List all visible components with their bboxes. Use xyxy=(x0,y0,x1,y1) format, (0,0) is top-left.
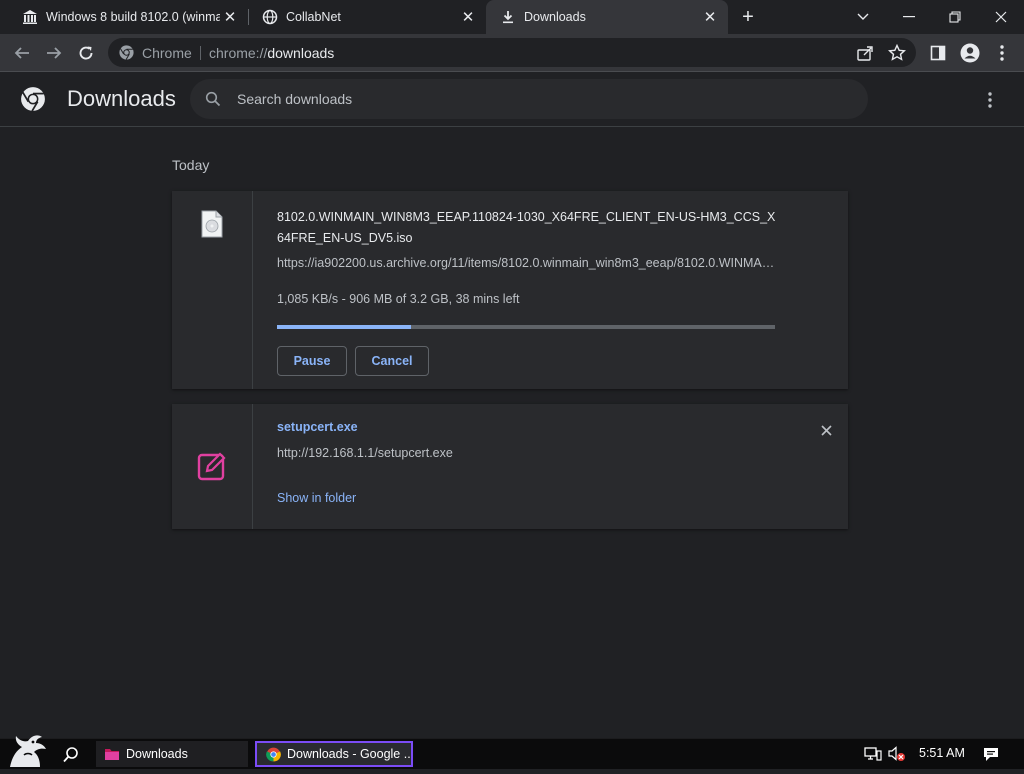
disc-image-file-icon xyxy=(201,210,223,238)
progress-bar xyxy=(277,325,775,329)
archive-building-icon xyxy=(22,9,38,25)
close-tab-icon[interactable]: ✕ xyxy=(220,7,240,27)
toolbar: Chrome chrome://downloads xyxy=(0,34,1024,72)
profile-avatar-icon[interactable] xyxy=(958,41,982,65)
pause-button[interactable]: Pause xyxy=(277,346,347,376)
search-icon[interactable] xyxy=(60,744,82,766)
tab-downloads[interactable]: Downloads ✕ xyxy=(486,0,728,34)
chrome-icon xyxy=(118,44,135,61)
file-url[interactable]: http://192.168.1.1/setupcert.exe xyxy=(277,446,777,460)
chrome-icon xyxy=(265,746,281,762)
file-name: 8102.0.WINMAIN_WIN8M3_EEAP.110824-1030_X… xyxy=(277,210,776,245)
url-text: chrome://downloads xyxy=(209,45,334,61)
close-window-icon[interactable] xyxy=(978,0,1024,34)
download-item: setupcert.exe http://192.168.1.1/setupce… xyxy=(172,404,848,529)
chrome-logo-icon xyxy=(20,86,46,112)
download-item: 8102.0.WINMAIN_WIN8M3_EEAP.110824-1030_X… xyxy=(172,191,848,389)
chrome-menu-icon[interactable] xyxy=(990,41,1014,65)
search-placeholder: Search downloads xyxy=(237,91,353,107)
search-icon xyxy=(205,91,221,107)
url-scheme: chrome:// xyxy=(209,45,268,61)
taskbar-item-downloads-folder[interactable]: Downloads xyxy=(96,741,248,767)
globe-icon xyxy=(262,9,278,25)
file-name-link[interactable]: setupcert.exe xyxy=(277,417,777,438)
file-url[interactable]: https://ia902200.us.archive.org/11/items… xyxy=(277,256,777,270)
taskbar-item-label: Downloads xyxy=(126,747,188,761)
volume-muted-icon[interactable] xyxy=(888,746,906,762)
address-bar[interactable]: Chrome chrome://downloads xyxy=(108,38,916,67)
download-status: 1,085 KB/s - 906 MB of 3.2 GB, 38 mins l… xyxy=(277,292,520,306)
forward-arrow-icon[interactable] xyxy=(42,41,66,65)
restore-icon[interactable] xyxy=(932,0,978,34)
reload-icon[interactable] xyxy=(74,41,98,65)
taskbar-item-chrome[interactable]: Downloads - Google ... xyxy=(255,741,413,767)
remove-from-list-icon[interactable] xyxy=(818,422,834,438)
tab-title: Downloads xyxy=(524,10,586,24)
page-title: Downloads xyxy=(67,86,176,111)
download-icon xyxy=(500,9,516,25)
minimize-icon[interactable] xyxy=(886,0,932,34)
action-center-icon[interactable] xyxy=(982,746,1000,762)
taskbar-item-label: Downloads - Google ... xyxy=(287,747,411,761)
edit-file-icon xyxy=(197,451,227,481)
url-host: downloads xyxy=(267,45,335,61)
progress-fill xyxy=(277,325,412,329)
show-in-folder-link[interactable]: Show in folder xyxy=(277,491,356,505)
tab-search-icon[interactable] xyxy=(840,0,886,34)
side-panel-icon[interactable] xyxy=(926,41,950,65)
new-tab-button[interactable]: + xyxy=(737,6,759,28)
dragon-start-icon[interactable] xyxy=(6,733,48,769)
file-icon-column xyxy=(172,191,253,389)
share-icon[interactable] xyxy=(856,44,874,62)
date-heading: Today xyxy=(172,157,210,173)
search-downloads-input[interactable]: Search downloads xyxy=(190,79,868,119)
close-tab-icon[interactable]: ✕ xyxy=(700,7,720,27)
close-tab-icon[interactable]: ✕ xyxy=(458,7,478,27)
folder-icon xyxy=(104,746,120,762)
tab-strip: Windows 8 build 8102.0 (winmain_ ✕ Colla… xyxy=(0,0,1024,34)
tab-title: CollabNet xyxy=(286,10,341,24)
taskbar: Downloads Downloads - Google ... 5:51 AM xyxy=(0,735,1024,769)
tab-collabnet[interactable]: CollabNet ✕ xyxy=(248,0,486,34)
clock[interactable]: 5:51 AM xyxy=(919,746,965,760)
network-icon[interactable] xyxy=(864,746,882,762)
downloads-header: Downloads Search downloads xyxy=(0,72,1024,127)
omnibox-separator xyxy=(200,46,201,60)
tab-archive[interactable]: Windows 8 build 8102.0 (winmain_ ✕ xyxy=(8,0,248,34)
bookmark-star-icon[interactable] xyxy=(887,43,907,62)
file-icon-column xyxy=(172,404,253,529)
site-label: Chrome xyxy=(142,45,192,61)
back-arrow-icon[interactable] xyxy=(10,41,34,65)
tab-title: Windows 8 build 8102.0 (winmain_ xyxy=(46,10,220,24)
cancel-button[interactable]: Cancel xyxy=(355,346,429,376)
more-actions-icon[interactable] xyxy=(978,88,1002,112)
